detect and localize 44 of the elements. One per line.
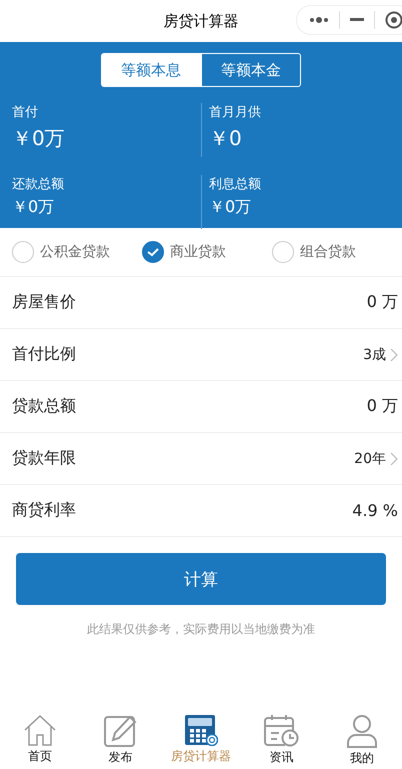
check-icon bbox=[146, 247, 160, 257]
summary-label: 还款总额 bbox=[12, 176, 64, 193]
user-icon bbox=[346, 714, 378, 748]
summary-value: ￥0万 bbox=[209, 197, 252, 218]
minimize-icon[interactable] bbox=[350, 18, 364, 22]
tab-bar-item[interactable]: 我的 bbox=[322, 714, 402, 767]
field-label: 首付比例 bbox=[12, 344, 76, 365]
radio-button[interactable] bbox=[142, 241, 164, 263]
calculator-icon bbox=[184, 714, 218, 746]
window-title: 房贷计算器 bbox=[164, 12, 238, 30]
summary-label: 首付 bbox=[12, 104, 38, 121]
radio-label: 组合贷款 bbox=[300, 243, 356, 261]
field-label: 房屋售价 bbox=[12, 292, 76, 313]
radio-label: 公积金贷款 bbox=[40, 243, 110, 261]
tab-bar-item[interactable]: 发布 bbox=[80, 714, 161, 767]
field-label: 商贷利率 bbox=[12, 500, 76, 521]
picker-value[interactable]: 3成 bbox=[363, 346, 386, 364]
close-icon[interactable] bbox=[385, 11, 402, 29]
picker-value[interactable]: 20年 bbox=[354, 450, 386, 468]
summary-value: ￥0 bbox=[209, 125, 242, 152]
field-label: 贷款总额 bbox=[12, 396, 76, 417]
disclaimer-text: 此结果仅供参考，实际费用以当地缴费为准 bbox=[86, 621, 316, 638]
summary-value: ￥0万 bbox=[12, 125, 65, 152]
input-field[interactable]: 0 万 bbox=[366, 292, 398, 313]
tab-bar-item[interactable]: 资讯 bbox=[241, 714, 322, 767]
tab-bar-item[interactable]: 首页 bbox=[0, 714, 80, 767]
input-field[interactable]: 4.9 % bbox=[352, 501, 398, 520]
method-tab[interactable]: 等额本息 bbox=[101, 53, 201, 87]
calendar-clock-icon bbox=[263, 714, 300, 747]
summary-label: 利息总额 bbox=[209, 176, 261, 193]
more-icon[interactable] bbox=[309, 16, 329, 24]
input-field[interactable]: 0 万 bbox=[366, 396, 398, 417]
field-label: 贷款年限 bbox=[12, 448, 76, 469]
chevron-right-icon bbox=[390, 348, 398, 362]
method-tab[interactable]: 等额本金 bbox=[201, 53, 301, 87]
radio-label: 商业贷款 bbox=[170, 243, 226, 261]
calculate-button[interactable]: 计算 bbox=[16, 553, 386, 605]
radio-button[interactable] bbox=[272, 241, 294, 263]
radio-button[interactable] bbox=[12, 241, 34, 263]
chevron-right-icon bbox=[390, 452, 398, 466]
summary-label: 首月月供 bbox=[209, 104, 261, 121]
summary-value: ￥0万 bbox=[12, 197, 54, 218]
home-icon bbox=[23, 714, 58, 746]
edit-icon bbox=[104, 714, 138, 747]
